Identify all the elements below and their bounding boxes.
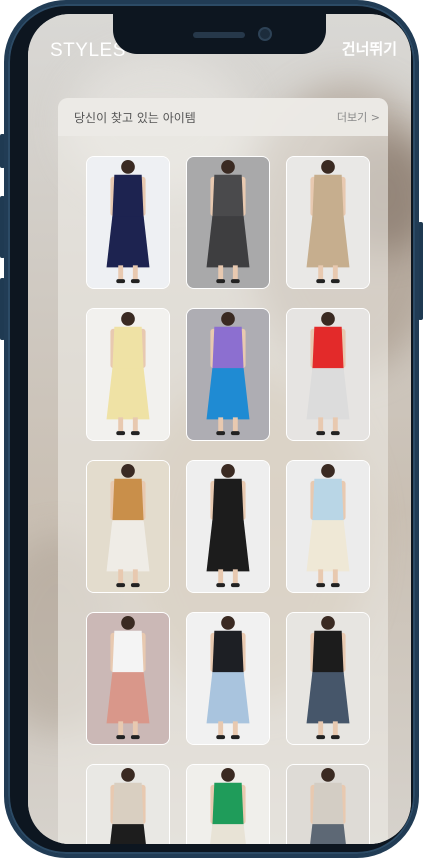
items-card: 당신이 찾고 있는 아이템 더보기 >	[58, 98, 388, 844]
item-photo	[287, 157, 369, 288]
item-thumbnail-grey-suit[interactable]	[186, 156, 270, 289]
item-photo	[287, 613, 369, 744]
app-screen: STYLES 건너뛰기 당신이 찾고 있는 아이템 더보기 >	[28, 14, 411, 844]
item-photo	[87, 461, 169, 592]
item-photo	[287, 309, 369, 440]
item-thumbnail-purple-knit-blue-skirt[interactable]	[186, 308, 270, 441]
item-thumbnail-black-cardigan-jeans[interactable]	[286, 612, 370, 745]
item-thumbnail-blue-tweed-jacket[interactable]	[286, 460, 370, 593]
item-thumbnail-green-top-white-pants[interactable]	[186, 764, 270, 844]
card-header: 당신이 찾고 있는 아이템 더보기 >	[58, 98, 388, 136]
item-thumbnail-floral-skirt[interactable]	[86, 612, 170, 745]
phone-frame: STYLES 건너뛰기 당신이 찾고 있는 아이템 더보기 >	[4, 0, 419, 858]
section-title: 당신이 찾고 있는 아이템	[74, 110, 196, 125]
item-thumbnail-grey-skirt[interactable]	[286, 764, 370, 844]
item-photo	[187, 613, 269, 744]
item-thumbnail-navy-dress[interactable]	[86, 156, 170, 289]
more-link[interactable]: 더보기 >	[337, 109, 380, 125]
front-camera	[258, 27, 272, 41]
item-photo	[287, 461, 369, 592]
item-photo	[187, 309, 269, 440]
item-photo	[87, 765, 169, 844]
item-thumbnail-jacket-black-skirt[interactable]	[86, 764, 170, 844]
item-thumbnail-black-dress[interactable]	[186, 460, 270, 593]
item-photo	[87, 157, 169, 288]
item-photo	[87, 309, 169, 440]
item-thumbnail-beige-dress[interactable]	[286, 156, 370, 289]
brand-logo: STYLES	[50, 40, 126, 61]
item-photo	[187, 461, 269, 592]
item-thumbnail-black-long-coat[interactable]	[186, 612, 270, 745]
item-photo	[187, 765, 269, 844]
notch	[113, 14, 326, 54]
speaker-grille	[193, 32, 245, 38]
item-photo	[87, 613, 169, 744]
item-thumbnail-red-top-white-skirt[interactable]	[286, 308, 370, 441]
skip-button[interactable]: 건너뛰기	[342, 38, 397, 59]
item-thumbnail-yellow-dress[interactable]	[86, 308, 170, 441]
item-photo	[187, 157, 269, 288]
item-photo	[287, 765, 369, 844]
item-thumbnail-collar-blouse-lace-skirt[interactable]	[86, 460, 170, 593]
